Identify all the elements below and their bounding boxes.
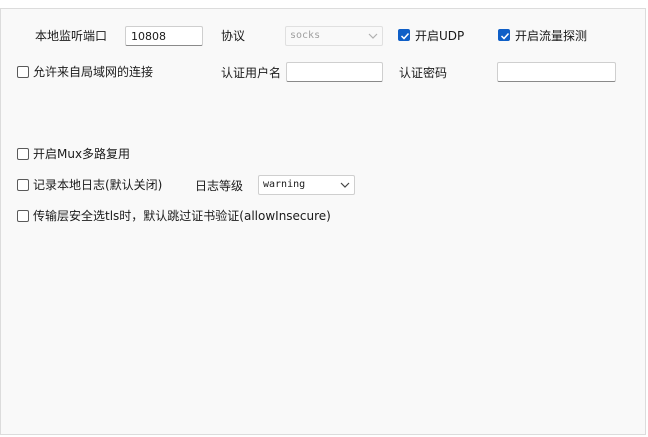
protocol-select[interactable]: socks bbox=[285, 26, 383, 46]
checkmark-icon bbox=[500, 32, 510, 40]
enable-mux-checkbox[interactable] bbox=[17, 148, 29, 160]
log-level-label: 日志等级 bbox=[195, 179, 244, 193]
auth-password-label: 认证密码 bbox=[399, 66, 448, 80]
auth-username-input[interactable] bbox=[286, 62, 383, 82]
checkmark-icon bbox=[400, 32, 410, 40]
local-port-label: 本地监听端口 bbox=[35, 29, 108, 43]
allow-insecure-checkbox[interactable] bbox=[17, 210, 29, 222]
allow-lan-checkbox[interactable] bbox=[17, 66, 29, 78]
local-port-input[interactable] bbox=[125, 26, 203, 46]
enable-mux-label: 开启Mux多路复用 bbox=[33, 147, 131, 161]
protocol-label: 协议 bbox=[221, 29, 246, 43]
enable-udp-label: 开启UDP bbox=[415, 29, 465, 43]
auth-username-label: 认证用户名 bbox=[221, 66, 282, 80]
log-level-select-value: warning bbox=[263, 179, 306, 190]
chevron-down-icon bbox=[340, 182, 350, 188]
log-local-checkbox[interactable] bbox=[17, 179, 29, 191]
allow-lan-label: 允许来自局域网的连接 bbox=[33, 65, 154, 79]
enable-sniffing-label: 开启流量探测 bbox=[515, 29, 588, 43]
chevron-down-icon bbox=[368, 33, 378, 39]
log-level-select[interactable]: warning bbox=[258, 175, 355, 195]
auth-password-input[interactable] bbox=[497, 62, 616, 82]
allow-insecure-label: 传输层安全选tls时，默认跳过证书验证(allowInsecure) bbox=[33, 209, 331, 223]
settings-panel: 本地监听端口 协议 socks 开启UDP 开启流量探测 允许来自局域网的连接 … bbox=[0, 8, 646, 435]
log-local-label: 记录本地日志(默认关闭) bbox=[33, 178, 163, 192]
enable-udp-checkbox[interactable] bbox=[398, 29, 410, 41]
enable-sniffing-checkbox[interactable] bbox=[498, 29, 510, 41]
protocol-select-value: socks bbox=[290, 30, 321, 41]
